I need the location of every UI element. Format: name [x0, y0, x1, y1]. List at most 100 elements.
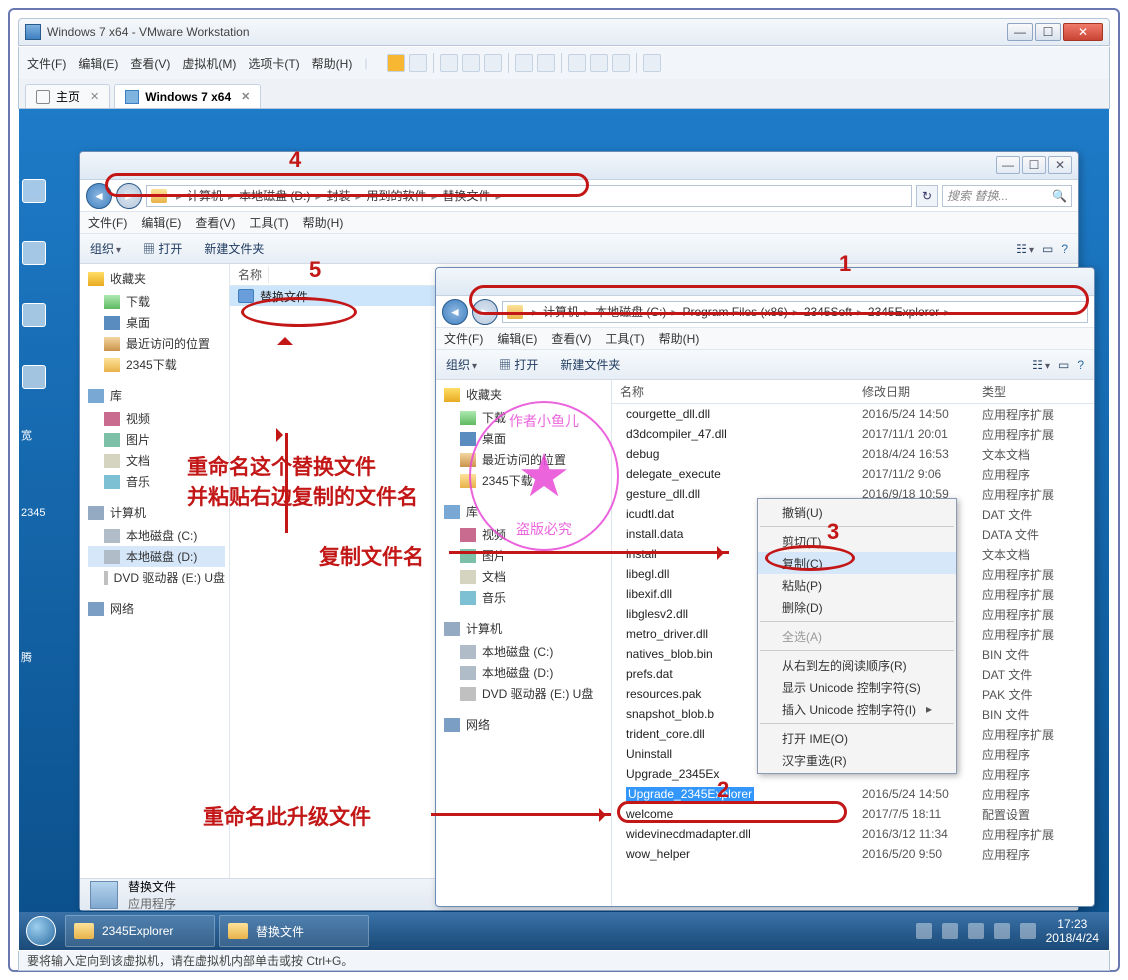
table-row[interactable]: welcome2017/7/5 18:11配置设置 [612, 804, 1094, 824]
maximize-button[interactable]: ☐ [1035, 23, 1061, 41]
tab-close-icon[interactable]: ✕ [241, 90, 250, 103]
menu-tools[interactable]: 工具(T) [605, 330, 644, 347]
tab-home[interactable]: 主页 ✕ [25, 84, 110, 108]
breadcrumb[interactable]: ▸ 计算机▸ 本地磁盘 (D:)▸ 封装▸ 用到的软件▸ 替换文件▸ [146, 185, 912, 207]
menu-help[interactable]: 帮助(H) [312, 55, 353, 72]
tray-icon[interactable] [968, 923, 984, 939]
toolbar-icon[interactable] [643, 54, 661, 72]
pause-icon[interactable] [387, 54, 405, 72]
toolbar-icon[interactable] [484, 54, 502, 72]
menu-edit[interactable]: 编辑(E) [78, 55, 118, 72]
refresh-button[interactable]: ↻ [916, 185, 938, 207]
newfolder-button[interactable]: 新建文件夹 [560, 356, 620, 373]
toolbar-icon[interactable] [409, 54, 427, 72]
tray-icon[interactable] [916, 923, 932, 939]
help-button[interactable]: ? [1077, 358, 1084, 372]
minimize-button[interactable]: — [1007, 23, 1033, 41]
menu-tools[interactable]: 工具(T) [249, 214, 288, 231]
menu-help[interactable]: 帮助(H) [303, 214, 344, 231]
minimize-button[interactable]: — [996, 156, 1020, 174]
menu-file[interactable]: 文件(F) [27, 55, 66, 72]
context-menu-item[interactable]: 复制(C) [758, 552, 956, 574]
toolbar-icon[interactable] [462, 54, 480, 72]
menu-vm[interactable]: 虚拟机(M) [182, 55, 236, 72]
toolbar-icon[interactable] [612, 54, 630, 72]
close-button[interactable]: ✕ [1063, 23, 1103, 41]
navigation-tree[interactable]: 收藏夹 下载 桌面 最近访问的位置 2345下载 库 视频 图片 文档 音乐 计… [436, 380, 612, 906]
window-caption[interactable] [436, 268, 1094, 296]
menu-file[interactable]: 文件(F) [88, 214, 127, 231]
window-caption[interactable]: — ☐ ✕ [80, 152, 1078, 180]
context-menu-item[interactable]: 剪切(T) [758, 530, 956, 552]
table-row[interactable]: d3dcompiler_47.dll2017/11/1 20:01应用程序扩展 [612, 424, 1094, 444]
menu-tabs[interactable]: 选项卡(T) [248, 55, 299, 72]
table-row[interactable]: wow_helper2016/5/20 9:50应用程序 [612, 844, 1094, 864]
context-menu-item[interactable]: 显示 Unicode 控制字符(S) [758, 676, 956, 698]
taskbar: 2345Explorer 替换文件 17:23 2018/4/24 [19, 912, 1109, 950]
open-button[interactable]: ▦ 打开 [499, 356, 538, 373]
tab-close-icon[interactable]: ✕ [90, 90, 99, 103]
arrowhead [277, 329, 293, 345]
context-menu-item[interactable]: 撤销(U) [758, 501, 956, 523]
preview-button[interactable]: ▭ [1042, 242, 1053, 256]
search-input[interactable]: 搜索 替换... 🔍 [942, 185, 1072, 207]
newfolder-button[interactable]: 新建文件夹 [204, 240, 264, 257]
tray-icon[interactable] [994, 923, 1010, 939]
table-row[interactable]: widevinecdmadapter.dll2016/3/12 11:34应用程… [612, 824, 1094, 844]
menu-view[interactable]: 查看(V) [551, 330, 591, 347]
table-row[interactable]: courgette_dll.dll2016/5/24 14:50应用程序扩展 [612, 404, 1094, 424]
back-button[interactable]: ◄ [86, 183, 112, 209]
toolbar-icon[interactable] [515, 54, 533, 72]
toolbar-icon[interactable] [440, 54, 458, 72]
close-button[interactable]: ✕ [1048, 156, 1072, 174]
menu-edit[interactable]: 编辑(E) [141, 214, 181, 231]
menu-help[interactable]: 帮助(H) [659, 330, 700, 347]
navigation-tree[interactable]: 收藏夹 下载 桌面 最近访问的位置 2345下载 库 视频 图片 文档 音乐 计… [80, 264, 230, 878]
start-button[interactable] [19, 912, 63, 950]
explorer-menubar: 文件(F) 编辑(E) 查看(V) 工具(T) 帮助(H) [80, 212, 1078, 234]
menu-edit[interactable]: 编辑(E) [497, 330, 537, 347]
vm-icon [125, 90, 139, 104]
desktop-icon[interactable] [22, 241, 46, 265]
desktop-icons-cropped [19, 179, 49, 389]
desktop-icon[interactable] [22, 179, 46, 203]
tray-icon[interactable] [942, 923, 958, 939]
preview-button[interactable]: ▭ [1058, 358, 1069, 372]
maximize-button[interactable]: ☐ [1022, 156, 1046, 174]
context-menu-item[interactable]: 粘贴(P) [758, 574, 956, 596]
desktop-icon[interactable] [22, 365, 46, 389]
forward-button[interactable]: ► [472, 299, 498, 325]
folder-icon [228, 923, 248, 939]
menu-view[interactable]: 查看(V) [130, 55, 170, 72]
open-button[interactable]: ▦ 打开 [143, 240, 182, 257]
tab-vm[interactable]: Windows 7 x64 ✕ [114, 84, 261, 108]
desktop-icon[interactable] [22, 303, 46, 327]
organize-button[interactable]: 组织▾ [90, 240, 121, 257]
taskbar-button[interactable]: 替换文件 [219, 915, 369, 947]
clock[interactable]: 17:23 2018/4/24 [1046, 917, 1099, 946]
menu-view[interactable]: 查看(V) [195, 214, 235, 231]
view-button[interactable]: ☷▾ [1016, 242, 1034, 256]
toolbar-icon[interactable] [537, 54, 555, 72]
tray-icon[interactable] [1020, 923, 1036, 939]
taskbar-button[interactable]: 2345Explorer [65, 915, 215, 947]
context-menu-item[interactable]: 打开 IME(O) [758, 727, 956, 749]
context-menu-item[interactable]: 汉字重选(R) [758, 749, 956, 771]
context-menu[interactable]: 撤销(U) 剪切(T)复制(C)粘贴(P)删除(D) 全选(A) 从右到左的阅读顺序(… [757, 498, 957, 774]
organize-button[interactable]: 组织▾ [446, 356, 477, 373]
context-menu-item[interactable]: 插入 Unicode 控制字符(I)▸ [758, 698, 956, 720]
toolbar-icon[interactable] [568, 54, 586, 72]
forward-button[interactable]: ► [116, 183, 142, 209]
help-button[interactable]: ? [1061, 242, 1068, 256]
view-button[interactable]: ☷▾ [1032, 358, 1050, 372]
back-button[interactable]: ◄ [442, 299, 468, 325]
toolbar-icon[interactable] [590, 54, 608, 72]
table-row[interactable]: Upgrade_2345Explorer2016/5/24 14:50应用程序 [612, 784, 1094, 804]
context-menu-item[interactable]: 从右到左的阅读顺序(R) [758, 654, 956, 676]
breadcrumb[interactable]: ▸ 计算机▸ 本地磁盘 (C:)▸ Program Files (x86)▸ 2… [502, 301, 1088, 323]
table-row[interactable]: delegate_execute2017/11/2 9:06应用程序 [612, 464, 1094, 484]
table-row[interactable]: debug2018/4/24 16:53文本文档 [612, 444, 1094, 464]
context-menu-item[interactable]: 删除(D) [758, 596, 956, 618]
menu-file[interactable]: 文件(F) [444, 330, 483, 347]
context-menu-item[interactable]: 全选(A) [758, 625, 956, 647]
